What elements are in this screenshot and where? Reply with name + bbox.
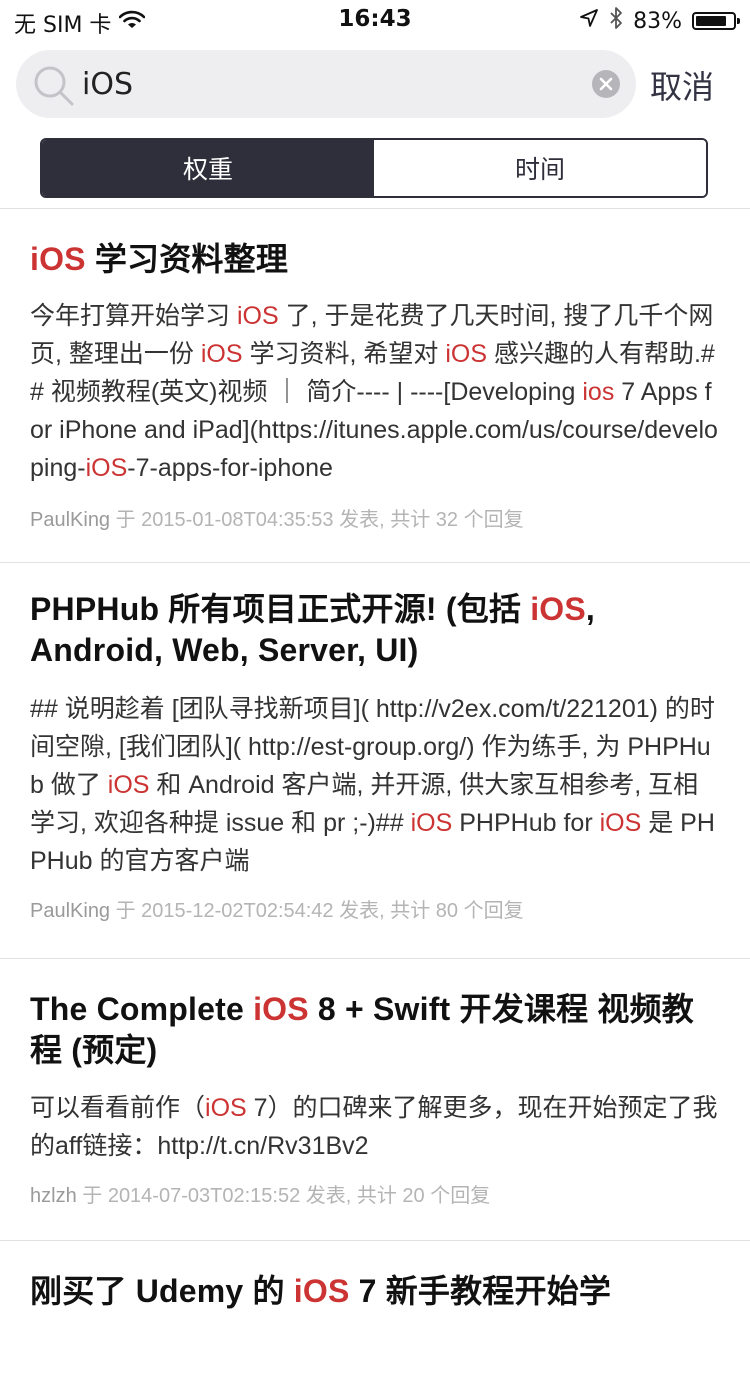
keyword-highlight: ios bbox=[582, 378, 615, 406]
result-author[interactable]: PaulKing bbox=[30, 900, 110, 922]
text-segment: 学习资料整理 bbox=[85, 241, 289, 277]
result-excerpt: 今年打算开始学习 iOS 了, 于是花费了几天时间, 搜了几千个网页, 整理出一… bbox=[30, 297, 720, 487]
keyword-highlight: iOS bbox=[205, 1094, 247, 1122]
result-meta: PaulKing 于 2015-01-08T04:35:53 发表, 共计 32… bbox=[30, 503, 720, 532]
battery-level bbox=[696, 16, 726, 26]
result-item[interactable]: iOS 学习资料整理 今年打算开始学习 iOS 了, 于是花费了几天时间, 搜了… bbox=[0, 209, 750, 563]
result-title: PHPHub 所有项目正式开源! (包括 iOS, Android, Web, … bbox=[30, 589, 720, 671]
text-segment: -7-apps-for-iphone bbox=[127, 454, 333, 482]
result-meta-text: 于 2015-01-08T04:35:53 发表, 共计 32 个回复 bbox=[110, 509, 524, 531]
clear-search-icon[interactable] bbox=[592, 70, 620, 98]
result-meta: hzlzh 于 2014-07-03T02:15:52 发表, 共计 20 个回… bbox=[30, 1179, 720, 1208]
keyword-highlight: iOS bbox=[599, 809, 642, 837]
search-bar: 取消 bbox=[0, 40, 750, 130]
search-icon bbox=[30, 62, 78, 110]
cancel-button[interactable]: 取消 bbox=[650, 62, 714, 108]
tab-weight[interactable]: 权重 bbox=[42, 140, 374, 196]
battery-tip bbox=[737, 18, 740, 24]
search-field[interactable] bbox=[16, 50, 636, 118]
results-list: iOS 学习资料整理 今年打算开始学习 iOS 了, 于是花费了几天时间, 搜了… bbox=[0, 209, 750, 1381]
keyword-highlight: iOS bbox=[445, 340, 488, 368]
result-meta-text: 于 2014-07-03T02:15:52 发表, 共计 20 个回复 bbox=[76, 1185, 491, 1207]
result-excerpt: 可以看看前作（iOS 7）的口碑来了解更多，现在开始预定了我的aff链接：htt… bbox=[30, 1089, 720, 1165]
result-meta: PaulKing 于 2015-12-02T02:54:42 发表, 共计 80… bbox=[30, 894, 720, 923]
result-author[interactable]: PaulKing bbox=[30, 509, 110, 531]
result-author[interactable]: hzlzh bbox=[30, 1185, 77, 1207]
text-segment: 刚买了 Udemy 的 bbox=[30, 1273, 294, 1309]
status-bar: 无 SIM 卡 16:43 83% bbox=[0, 0, 750, 40]
keyword-highlight: iOS bbox=[85, 454, 128, 482]
result-title: iOS 学习资料整理 bbox=[30, 239, 720, 280]
text-segment: 7 新手教程开始学 bbox=[349, 1273, 612, 1309]
result-excerpt: ## 说明趁着 [团队寻找新项目]( http://v2ex.com/t/221… bbox=[30, 690, 720, 880]
result-meta-text: 于 2015-12-02T02:54:42 发表, 共计 80 个回复 bbox=[110, 900, 524, 922]
text-segment: PHPHub 所有项目正式开源! (包括 bbox=[30, 591, 531, 627]
text-segment: The Complete bbox=[30, 991, 254, 1027]
battery-icon bbox=[692, 12, 740, 30]
keyword-highlight: iOS bbox=[236, 302, 279, 330]
text-segment: 可以看看前作（ bbox=[30, 1094, 206, 1122]
keyword-highlight: iOS bbox=[107, 771, 150, 799]
result-title: 刚买了 Udemy 的 iOS 7 新手教程开始学 bbox=[30, 1271, 720, 1312]
text-segment: 今年打算开始学习 bbox=[30, 302, 237, 330]
location-arrow-icon bbox=[579, 8, 599, 34]
result-item[interactable]: PHPHub 所有项目正式开源! (包括 iOS, Android, Web, … bbox=[0, 563, 750, 959]
keyword-highlight: iOS bbox=[30, 241, 86, 277]
search-input[interactable] bbox=[82, 58, 572, 110]
status-bar-right: 83% bbox=[579, 6, 740, 36]
result-title: The Complete iOS 8 + Swift 开发课程 视频教程 (预定… bbox=[30, 989, 720, 1071]
battery-percent: 83% bbox=[633, 8, 682, 34]
result-item[interactable]: The Complete iOS 8 + Swift 开发课程 视频教程 (预定… bbox=[0, 959, 750, 1241]
tab-time[interactable]: 时间 bbox=[374, 140, 706, 196]
bluetooth-icon bbox=[609, 6, 623, 36]
text-segment: PHPHub for bbox=[452, 809, 600, 837]
keyword-highlight: iOS bbox=[410, 809, 453, 837]
keyword-highlight: iOS bbox=[253, 991, 309, 1027]
text-segment: 学习资料, 希望对 bbox=[242, 340, 446, 368]
result-item[interactable]: 刚买了 Udemy 的 iOS 7 新手教程开始学 bbox=[0, 1241, 750, 1381]
keyword-highlight: iOS bbox=[293, 1273, 350, 1309]
keyword-highlight: iOS bbox=[530, 591, 586, 627]
sort-segmented-control: 权重 时间 bbox=[40, 138, 708, 198]
keyword-highlight: iOS bbox=[200, 340, 243, 368]
